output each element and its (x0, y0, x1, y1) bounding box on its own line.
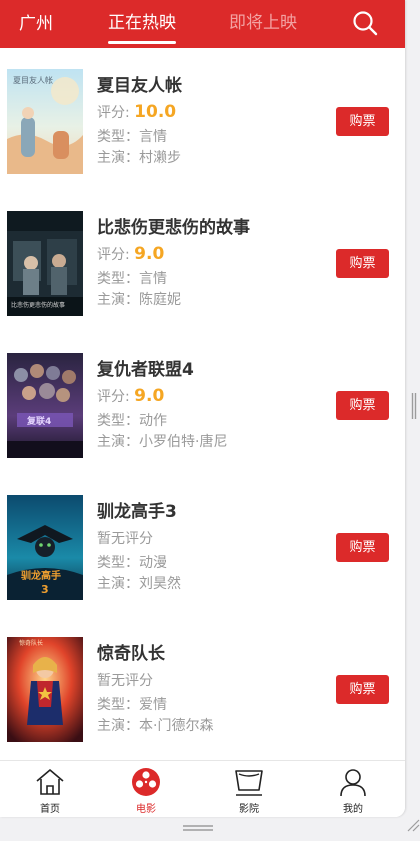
svg-text:3: 3 (41, 583, 49, 596)
tab-movies[interactable]: 电影 (96, 761, 196, 817)
search-icon[interactable] (352, 10, 378, 36)
movie-poster[interactable]: 比悲伤更悲伤的故事 (7, 211, 83, 316)
svg-text:比悲伤更悲伤的故事: 比悲伤更悲伤的故事 (11, 301, 65, 309)
score-label: 暂无评分 (97, 673, 153, 689)
movie-item[interactable]: 比悲伤更悲伤的故事 比悲伤更悲伤的故事 评分: 9.0 类型：言情 主演：陈庭妮… (0, 190, 405, 332)
bottom-tab-bar: 首页 电影 影院 我的 (0, 760, 405, 817)
movie-title: 惊奇队长 (97, 644, 165, 664)
movie-score-line: 暂无评分 (97, 670, 153, 690)
tab-cinemas[interactable]: 影院 (199, 761, 299, 817)
movie-item[interactable]: 驯龙高手 3 驯龙高手3 暂无评分 类型：动漫 主演：刘昊然 购票 (0, 474, 405, 616)
score-label: 评分: (97, 389, 130, 405)
buy-ticket-button[interactable]: 购票 (336, 391, 389, 420)
movie-genre: 类型：动漫 (97, 555, 167, 571)
movie-genre: 类型：言情 (97, 271, 167, 287)
user-icon (340, 769, 366, 797)
movie-cast: 主演：刘昊然 (97, 576, 181, 592)
movie-item[interactable]: 夏目友人帐 夏目友人帐 评分: 10.0 类型：言情 主演：村濑步 购票 (0, 48, 405, 190)
buy-ticket-button[interactable]: 购票 (336, 675, 389, 704)
tab-profile-label: 我的 (343, 804, 363, 815)
movie-score-line: 评分: 9.0 (97, 244, 164, 264)
buy-ticket-button[interactable]: 购票 (336, 533, 389, 562)
movie-score-line: 暂无评分 (97, 528, 153, 548)
movie-list: 夏目友人帐 夏目友人帐 评分: 10.0 类型：言情 主演：村濑步 购票 比悲伤… (0, 48, 405, 758)
movie-title: 复仇者联盟4 (97, 360, 194, 380)
film-reel-icon (132, 768, 160, 796)
app-screen: 广州 正在热映 即将上映 夏目友人帐 夏目友人帐 评分: 10.0 类型：言情 … (0, 0, 405, 817)
movie-poster[interactable]: 复联4 (7, 353, 83, 458)
score-label: 暂无评分 (97, 531, 153, 547)
bottom-drag-handle[interactable] (182, 824, 214, 832)
movie-title: 比悲伤更悲伤的故事 (97, 218, 250, 238)
cinema-screen-icon (235, 770, 263, 796)
tab-home[interactable]: 首页 (0, 761, 100, 817)
score-label: 评分: (97, 105, 130, 121)
movie-score-line: 评分: 10.0 (97, 102, 176, 122)
resize-handle-icon[interactable] (406, 818, 420, 832)
movie-poster[interactable]: 夏目友人帐 (7, 69, 83, 174)
movie-item[interactable]: 惊奇队长 惊奇队长 暂无评分 类型：爱情 主演：本·门德尔森 购票 (0, 616, 405, 758)
movie-poster[interactable]: 惊奇队长 (7, 637, 83, 742)
tab-movies-label: 电影 (136, 804, 156, 815)
tab-now-showing[interactable]: 正在热映 (108, 0, 176, 46)
svg-text:夏目友人帐: 夏目友人帐 (13, 75, 53, 85)
home-icon (36, 769, 64, 795)
score-value: 9.0 (134, 386, 165, 406)
side-drag-handle[interactable] (411, 392, 417, 420)
movie-poster[interactable]: 驯龙高手 3 (7, 495, 83, 600)
movie-genre: 类型：动作 (97, 413, 167, 429)
movie-cast: 主演：村濑步 (97, 150, 181, 166)
tab-coming-soon[interactable]: 即将上映 (229, 0, 297, 46)
movie-cast: 主演：本·门德尔森 (97, 718, 214, 734)
city-selector[interactable]: 广州 (19, 0, 53, 48)
svg-text:惊奇队长: 惊奇队长 (19, 639, 43, 647)
movie-cast: 主演：小罗伯特·唐尼 (97, 434, 228, 450)
svg-text:复联4: 复联4 (26, 415, 51, 427)
movie-score-line: 评分: 9.0 (97, 386, 164, 406)
tab-cinemas-label: 影院 (239, 804, 259, 815)
buy-ticket-button[interactable]: 购票 (336, 107, 389, 136)
tab-profile[interactable]: 我的 (303, 761, 403, 817)
score-value: 9.0 (134, 244, 165, 264)
score-value: 10.0 (134, 102, 177, 122)
movie-cast: 主演：陈庭妮 (97, 292, 181, 308)
score-label: 评分: (97, 247, 130, 263)
movie-title: 夏目友人帐 (97, 76, 182, 96)
movie-item[interactable]: 复联4 复仇者联盟4 评分: 9.0 类型：动作 主演：小罗伯特·唐尼 购票 (0, 332, 405, 474)
svg-text:驯龙高手: 驯龙高手 (21, 569, 61, 582)
movie-genre: 类型：言情 (97, 129, 167, 145)
header-bar: 广州 正在热映 即将上映 (0, 0, 405, 48)
movie-genre: 类型：爱情 (97, 697, 167, 713)
movie-title: 驯龙高手3 (97, 502, 177, 522)
buy-ticket-button[interactable]: 购票 (336, 249, 389, 278)
tab-home-label: 首页 (40, 804, 60, 815)
